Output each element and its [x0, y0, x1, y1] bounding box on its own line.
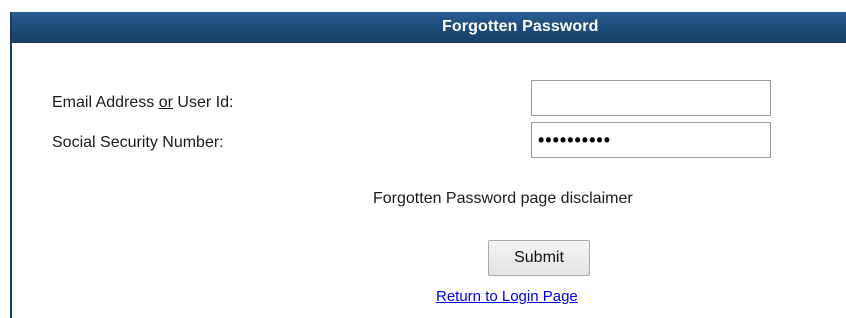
email-label-text: Email Address [52, 94, 159, 111]
email-or-userid-label: Email Address or User Id: [52, 94, 233, 112]
email-label-suffix: User Id: [172, 94, 234, 111]
ssn-label: Social Security Number: [52, 134, 224, 151]
email-or-userid-input[interactable] [531, 80, 771, 116]
page-title: Forgotten Password [442, 18, 599, 35]
panel-header: Forgotten Password [12, 12, 846, 43]
disclaimer-text: Forgotten Password page disclaimer [373, 190, 633, 207]
submit-button[interactable]: Submit [488, 240, 590, 276]
return-to-login-link[interactable]: Return to Login Page [436, 288, 578, 305]
email-label-or: or [158, 94, 173, 111]
ssn-input[interactable] [531, 122, 771, 158]
forgotten-password-panel: Forgotten Password Email Address or User… [10, 12, 846, 318]
